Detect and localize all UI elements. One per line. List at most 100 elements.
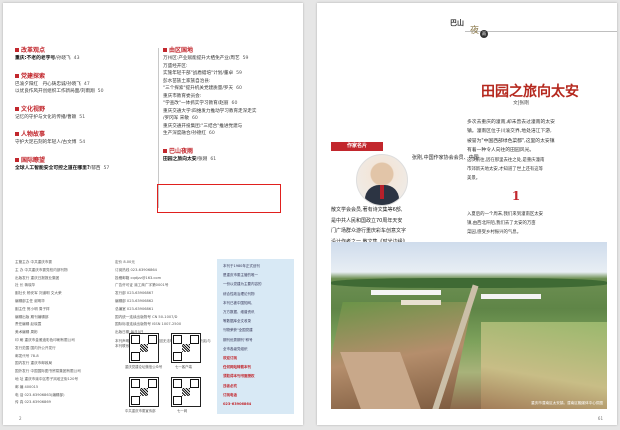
- notice-line: 全市各级党组织: [223, 346, 248, 351]
- imprint-line: 副主任 贺小明 周子祥: [15, 306, 50, 311]
- toc-entry-author: /孙晓飞: [55, 56, 71, 61]
- toc-section-heading-text: 人物故事: [21, 131, 46, 138]
- intro-line: 镇。潼南区位于川渝交界,地处涪江下游,: [467, 129, 552, 135]
- imprint-line: 社 长 蒋晓华: [15, 283, 36, 288]
- article-byline: 文|张刚: [513, 101, 530, 106]
- imprint-line: 国外发行 中国国际图书贸易集团有限公司: [15, 369, 81, 374]
- toc-entry: 万盛经开区:: [163, 64, 191, 70]
- qr-caption-1: 重庆党建论坛微信公众号: [125, 365, 163, 369]
- left-page: 改革观点 重庆:不老的老字号/孙晓飞 43 党建探索 巴渝夕阳红 丹心铸忠诚/孙晓飞 47…: [3, 3, 303, 425]
- toc-entry-author: /周艺: [228, 56, 240, 61]
- toc-entry-page: 54: [79, 140, 86, 145]
- toc-entry-title: 巴渝夕阳红 丹心铸忠诚: [15, 81, 66, 87]
- imprint-line: 编辑部主任 谢明华: [15, 299, 45, 303]
- imprint-line: 发行范围 国内外公开发行: [15, 345, 56, 350]
- toc-entry-title: 重庆交通大学:四维发力推动学习教育走深走实: [163, 108, 257, 114]
- bio-line: 门广场群众游行重庆彩车创意文字: [331, 228, 407, 235]
- notice-line: 一份以党建为主要内容的: [223, 282, 262, 287]
- bio-line: 是中共人民和国政立70周年天安: [331, 217, 403, 224]
- imprint-line: 编辑出版 期刊编辑部: [15, 314, 49, 319]
- toc-entry-page: 61: [210, 156, 217, 162]
- imprint-line: 国内统一连续出版物号 CN 50-1007/D: [115, 314, 178, 319]
- toc-section-heading: 国际瞭望: [15, 156, 46, 164]
- toc-entry-title: 重庆市教育委员会:: [163, 93, 202, 99]
- column-logo: 巴山 夜 雨: [450, 18, 488, 40]
- author-badge: 作家名片: [331, 142, 383, 151]
- toc-entry: 重庆交通大学:四维发力推动学习教育走深走实: [163, 108, 259, 115]
- imprint-line: 邮 编 400015: [15, 384, 39, 389]
- imprint-line: 订阅热线 023-63906864: [115, 267, 157, 272]
- notice-line: 023-63906864: [223, 402, 252, 406]
- qr-code-4: [171, 377, 201, 407]
- intro-line: 这次前往,因在那里去往之处,是重庆潼南: [467, 157, 545, 163]
- toc-section-heading-text: 由区国地: [169, 47, 194, 54]
- toc-entry-page: 60: [236, 86, 242, 91]
- imprint-line: 国际标准连续出版物号 ISSN 1007-2500: [115, 322, 182, 327]
- toc-entry-author: /赵丽: [217, 101, 229, 106]
- toc-entry: 重庆:不老的老字号/孙晓飞 43: [15, 56, 80, 62]
- toc-entry: 生产深度融合/孙德红 60: [163, 131, 215, 137]
- aerial-photo: 重庆市潼南区太安镇。潼南区融媒体中心供图: [331, 242, 607, 409]
- toc-entry-page: 51: [79, 114, 86, 120]
- qr-code-3: [129, 377, 159, 407]
- column-logo-text-2: 夜: [470, 26, 480, 36]
- imprint-line: 电 话 023-63906863(编辑部): [15, 392, 65, 397]
- toc-entry-page: 59: [242, 56, 249, 61]
- subscription-notice: 本刊于1980年正式创刊 是重庆市委主管的唯一 一份以党建为主要内容的 综合性政治理论…: [217, 259, 294, 414]
- toc-entry-title: 全球人工智能安全可控之道在哪里?: [15, 165, 90, 171]
- intro-line: 多次去重庆的潼南,却未曾去过潼南的太安: [467, 120, 555, 125]
- imprint-line: 定价 8.00元: [115, 260, 135, 264]
- toc-section-heading: 文化视野: [15, 105, 46, 113]
- intro-line: 美景。: [467, 176, 481, 182]
- intro-line: 市郊新天地太安,才知道了世上还有这等: [467, 167, 544, 172]
- toc-entry-title: 以优良作风开创组织工作新局面: [15, 89, 80, 94]
- toc-entry-author: /孙德红: [190, 131, 206, 136]
- toc-entry: 重庆交通开投集团:"三结合"推进党建与: [163, 124, 245, 130]
- toc-section-heading-text: 党建探索: [21, 72, 46, 80]
- toc-entry: "学查改"一体抓实学习教育/赵丽 60: [163, 101, 238, 107]
- notice-line: 本刊于1980年正式创刊: [223, 264, 260, 268]
- notice-line: 违者必究: [223, 383, 237, 388]
- toc-entry: 万州区:产业赋能提升大栖免产业/周艺 59: [163, 56, 249, 62]
- notice-line: 期刊优秀期刊"称号: [223, 337, 253, 342]
- toc-entry-title: /罗冈军 宋敏: [163, 116, 189, 121]
- imprint-line: 出版发行 重庆日报报业集团: [15, 275, 60, 280]
- toc-entry-author: /刘雨翔: [79, 89, 95, 94]
- toc-section-heading-text: 国际瞭望: [21, 156, 46, 164]
- imprint-line: 美术编辑 周彬: [15, 330, 38, 335]
- toc-entry-title: 实施年轻干部"战盾蜡培"计划: [163, 71, 223, 76]
- highlight-box: [157, 184, 281, 213]
- intro-line: 被誉为"中国西部绿色菜都",这里的太安镇: [467, 138, 555, 144]
- notice-line: 等数据库全文收录: [223, 319, 251, 324]
- toc-entry: 守护大足石刻的年轻人/古文博 54: [15, 140, 86, 146]
- toc-entry-author: /郁西: [89, 165, 101, 171]
- toc-entry-author: /张刚: [196, 156, 208, 162]
- toc-entry-title: 重庆:不老的老字号: [15, 56, 56, 61]
- imprint-line: 广告许可证 渝工商广字第0001号: [115, 283, 169, 288]
- toc-entry: 田园之旅向太安/张刚 61: [163, 156, 217, 163]
- toc-entry-author: /古文博: [60, 140, 77, 145]
- paragraph-line: 镇,由西北阡陌,我们去了太安的万亩: [467, 221, 536, 227]
- toc-section-heading: 改革观点: [15, 48, 45, 54]
- imprint-line: 国内发行 重庆市邮政局: [15, 361, 53, 366]
- notice-line: 是重庆市委主管的唯一: [223, 273, 258, 278]
- toc-entry-title: 彭水苗族土家族自治县:: [163, 78, 211, 84]
- column-logo-text: 巴山: [450, 18, 464, 27]
- photo-caption: 重庆市潼南区太安镇。潼南区融媒体中心供图: [531, 401, 603, 405]
- toc-entry-author: /董卓: [222, 71, 234, 76]
- toc-entry: 以优良作风开创组织工作新局面/刘雨翔 50: [15, 89, 104, 95]
- qr-caption-3: 中共重庆市委宣传部: [125, 409, 156, 413]
- notice-line: 综合性政治理论刊物: [223, 291, 255, 296]
- toc-section-heading-text: 文化视野: [21, 105, 46, 113]
- notice-line: 须取得本刊书面授权: [223, 374, 255, 379]
- imprint-line: 发行部 023-63906867: [115, 291, 154, 296]
- toc-entry-page: 60: [231, 101, 238, 106]
- toc-entry: 全球人工智能安全可控之道在哪里?/郁西 57: [15, 165, 109, 172]
- bio-line: 散文学会会员,著有诗文集等6部,: [331, 207, 403, 213]
- imprint-line: 副社长 杨安军 刘道明 文大荣: [15, 291, 62, 296]
- toc-entry: 彭水苗族土家族自治县:: [163, 78, 214, 85]
- qr-code-2: [171, 333, 201, 363]
- notice-line: 万方数据、维普资讯: [223, 310, 255, 314]
- toc-entry-page: 60: [191, 116, 198, 121]
- toc-section-heading: 巴山夜雨: [163, 148, 193, 155]
